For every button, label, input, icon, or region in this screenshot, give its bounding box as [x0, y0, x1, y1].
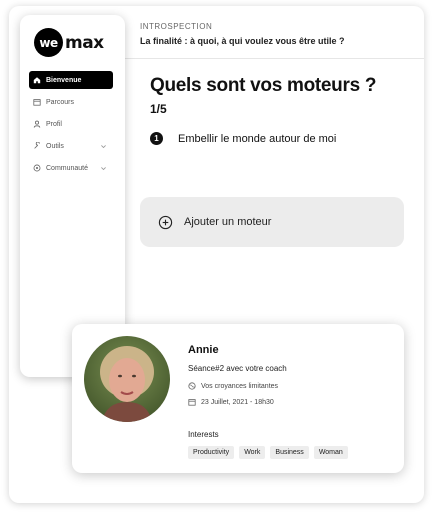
interest-tag[interactable]: Productivity — [188, 446, 235, 459]
session-date: 23 Juillet, 2021 - 18h30 — [188, 398, 274, 406]
sidebar-item-bienvenue[interactable]: Bienvenue — [29, 71, 113, 89]
header-divider — [125, 58, 424, 59]
interest-tags: Productivity Work Business Woman — [188, 446, 353, 459]
session-topic-text: Vos croyances limitantes — [201, 382, 279, 390]
home-icon — [33, 77, 41, 84]
session-topic: Vos croyances limitantes — [188, 382, 278, 390]
sidebar-nav: Bienvenue Parcours Profil Outils Communa… — [29, 71, 113, 181]
sidebar-item-profil[interactable]: Profil — [29, 115, 113, 133]
logo-mark: we — [34, 28, 63, 57]
session-title: Séance#2 avec votre coach — [188, 364, 287, 373]
sidebar: we max Bienvenue Parcours Profil Outils … — [20, 15, 125, 377]
calendar-icon — [33, 99, 41, 106]
section-subtitle: La finalité : à quoi, à qui voulez vous … — [140, 36, 345, 46]
sidebar-item-label: Outils — [46, 142, 64, 150]
item-text: Embellir le monde autour de moi — [178, 132, 337, 145]
user-icon — [33, 120, 41, 128]
interest-tag[interactable]: Woman — [313, 446, 348, 459]
coach-card[interactable]: Annie Séance#2 avec votre coach Vos croy… — [72, 324, 404, 473]
wemax-logo[interactable]: we max — [34, 28, 104, 57]
page-title: Quels sont vos moteurs ? — [150, 75, 377, 96]
interest-tag[interactable]: Business — [270, 446, 309, 459]
step-counter: 1/5 — [150, 102, 167, 116]
avatar — [84, 336, 170, 422]
add-motor-label: Ajouter un moteur — [184, 216, 272, 228]
session-date-text: 23 Juillet, 2021 - 18h30 — [201, 398, 274, 406]
add-motor-button[interactable]: Ajouter un moteur — [140, 197, 404, 247]
sidebar-item-parcours[interactable]: Parcours — [29, 93, 113, 111]
coach-name: Annie — [188, 344, 219, 356]
sidebar-item-outils[interactable]: Outils — [29, 137, 113, 155]
sidebar-item-label: Parcours — [46, 98, 75, 106]
community-icon — [33, 164, 41, 172]
chevron-down-icon — [101, 166, 106, 170]
interest-tag[interactable]: Work — [239, 446, 266, 459]
plus-circle-icon — [158, 215, 173, 229]
section-label: INTROSPECTION — [140, 22, 213, 31]
calendar-icon — [188, 399, 196, 406]
item-number-badge: 1 — [150, 132, 163, 145]
sidebar-item-label: Profil — [46, 120, 62, 128]
list-item[interactable]: 1 Embellir le monde autour de moi — [150, 132, 336, 145]
sidebar-item-label: Communauté — [46, 164, 89, 172]
sidebar-item-communaute[interactable]: Communauté — [29, 159, 113, 177]
logo-text: max — [65, 32, 104, 53]
chevron-down-icon — [101, 144, 106, 148]
globe-icon — [188, 382, 196, 390]
sidebar-item-label: Bienvenue — [46, 76, 82, 84]
tools-icon — [34, 142, 40, 149]
interests-label: Interests — [188, 430, 219, 439]
